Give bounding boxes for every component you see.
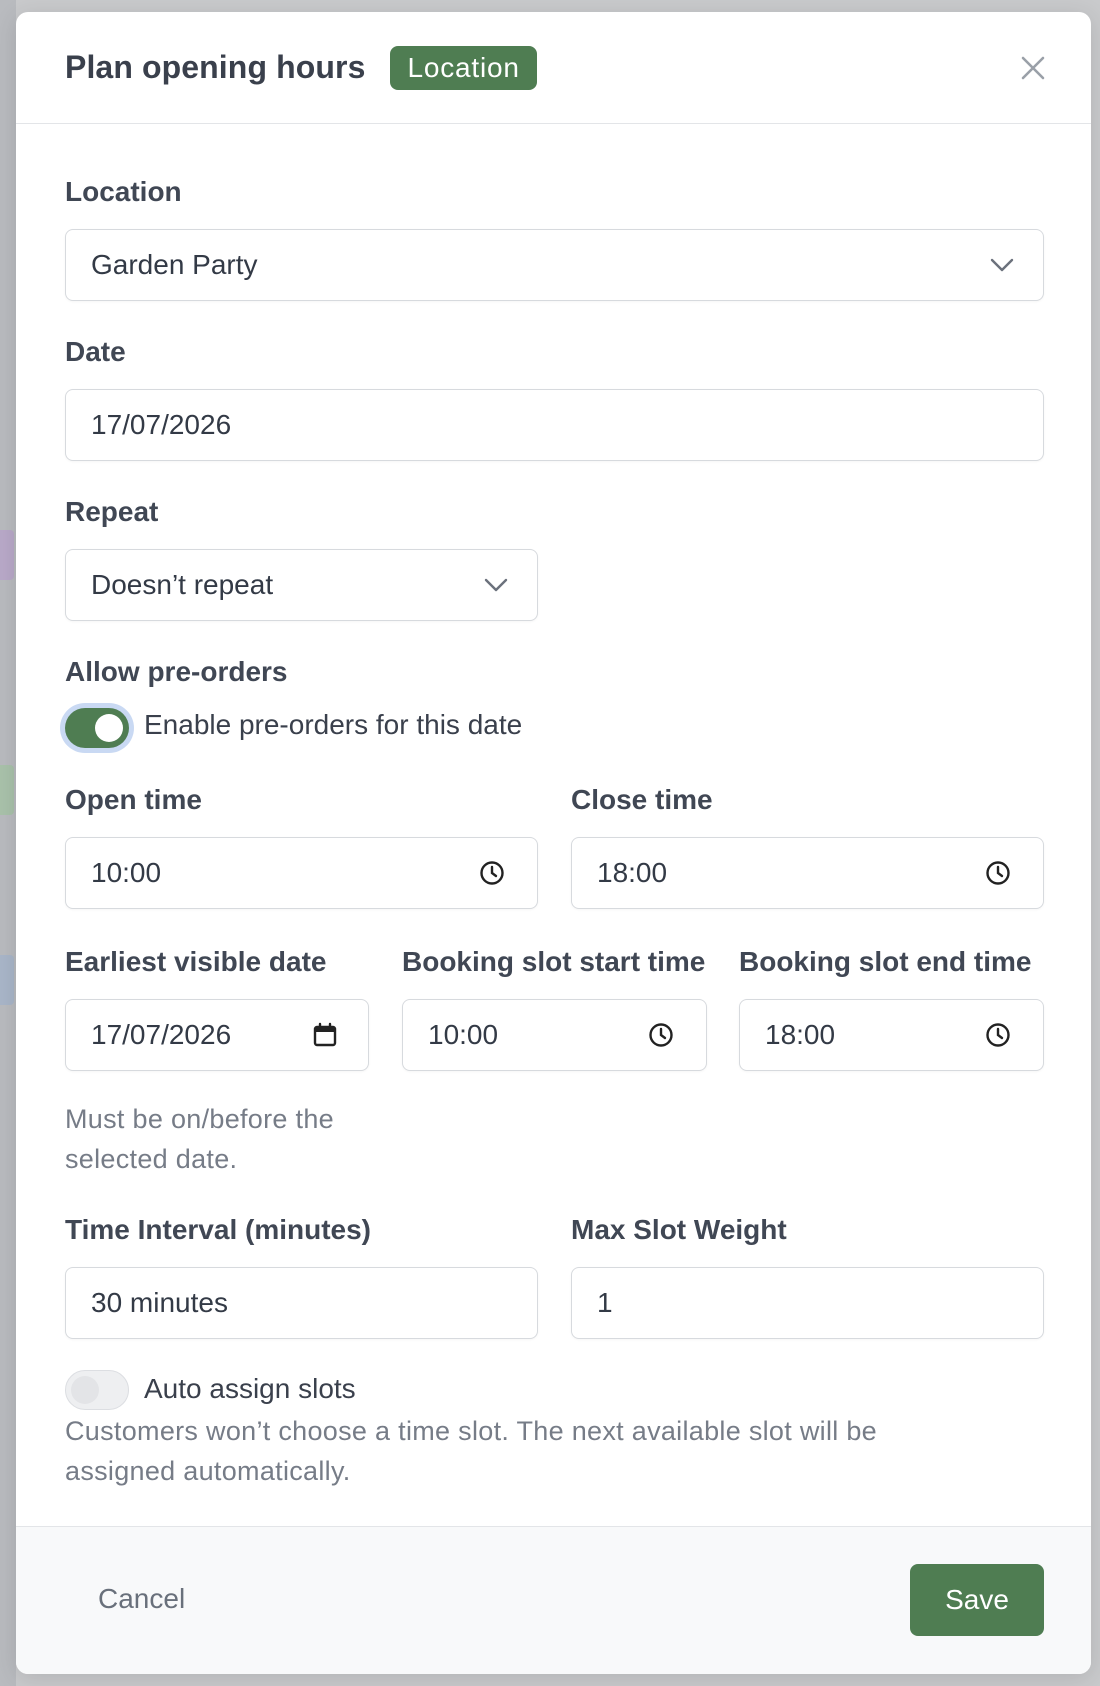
chevron-down-icon: [987, 250, 1017, 280]
repeat-label: Repeat: [65, 496, 159, 527]
cancel-button[interactable]: Cancel: [98, 1583, 185, 1615]
time-interval-label: Time Interval (minutes): [65, 1214, 372, 1245]
earliest-visible-date-label: Earliest visible date: [65, 946, 327, 977]
booking-slot-end-input[interactable]: 18:00: [739, 999, 1044, 1071]
clock-icon[interactable]: [477, 858, 507, 888]
earliest-visible-date-input[interactable]: 17/07/2026: [65, 999, 369, 1071]
clock-icon[interactable]: [646, 1020, 676, 1050]
earliest-date-help: Must be on/before the selected date.: [65, 1099, 334, 1179]
booking-slot-start-label: Booking slot start time: [402, 946, 706, 977]
save-button[interactable]: Save: [910, 1564, 1044, 1636]
date-input[interactable]: 17/07/2026: [65, 389, 1044, 461]
close-time-input[interactable]: 18:00: [571, 837, 1044, 909]
close-icon: [1021, 56, 1045, 80]
booking-slot-start-value: 10:00: [428, 1019, 499, 1050]
earliest-date-help-line: Must be on/before the: [65, 1104, 334, 1134]
allow-pre-orders-label: Allow pre-orders: [65, 656, 288, 687]
dialog-footer: Cancel Save: [16, 1526, 1091, 1674]
auto-assign-help-line: assigned automatically.: [65, 1456, 351, 1486]
toggle-knob: [71, 1376, 99, 1404]
backdrop-mark: [0, 955, 14, 1005]
repeat-value: Doesn’t repeat: [91, 569, 274, 600]
location-value: Garden Party: [91, 249, 258, 280]
max-slot-weight-value: 1: [597, 1287, 613, 1318]
max-slot-weight-label: Max Slot Weight: [571, 1214, 787, 1245]
date-value: 17/07/2026: [91, 409, 232, 440]
dialog-title: Plan opening hours: [65, 49, 366, 85]
auto-assign-help: Customers won’t choose a time slot. The …: [65, 1411, 877, 1491]
clock-icon[interactable]: [983, 1020, 1013, 1050]
booking-slot-end-value: 18:00: [765, 1019, 836, 1050]
repeat-select[interactable]: Doesn’t repeat: [65, 549, 538, 621]
open-time-label: Open time: [65, 784, 202, 815]
max-slot-weight-input[interactable]: 1: [571, 1267, 1044, 1339]
pre-orders-toggle[interactable]: [65, 708, 129, 748]
location-label: Location: [65, 176, 182, 207]
dialog-header: Plan opening hours Location: [16, 12, 1091, 124]
booking-slot-start-input[interactable]: 10:00: [402, 999, 707, 1071]
backdrop-mark: [0, 530, 14, 580]
toggle-knob: [95, 714, 123, 742]
location-badge: Location: [390, 45, 537, 90]
auto-assign-toggle-label: Auto assign slots: [144, 1373, 356, 1404]
chevron-down-icon: [481, 570, 511, 600]
booking-slot-end-label: Booking slot end time: [739, 946, 1032, 977]
earliest-date-help-line: selected date.: [65, 1144, 238, 1174]
time-interval-input[interactable]: 30 minutes: [65, 1267, 538, 1339]
plan-opening-hours-dialog: Plan opening hours Location Location Gar…: [16, 12, 1091, 1674]
backdrop: [0, 0, 16, 1686]
earliest-visible-date-value: 17/07/2026: [91, 1019, 232, 1050]
time-interval-value: 30 minutes: [91, 1287, 228, 1318]
calendar-icon[interactable]: [310, 1020, 340, 1050]
open-time-value: 10:00: [91, 857, 162, 888]
open-time-input[interactable]: 10:00: [65, 837, 538, 909]
pre-orders-toggle-label: Enable pre-orders for this date: [144, 709, 523, 740]
close-time-label: Close time: [571, 784, 713, 815]
clock-icon[interactable]: [983, 858, 1013, 888]
location-select[interactable]: Garden Party: [65, 229, 1044, 301]
close-time-value: 18:00: [597, 857, 668, 888]
auto-assign-toggle[interactable]: [65, 1370, 129, 1410]
close-button[interactable]: [1015, 50, 1051, 86]
backdrop-mark: [0, 765, 14, 815]
date-label: Date: [65, 336, 126, 367]
auto-assign-help-line: Customers won’t choose a time slot. The …: [65, 1416, 877, 1446]
